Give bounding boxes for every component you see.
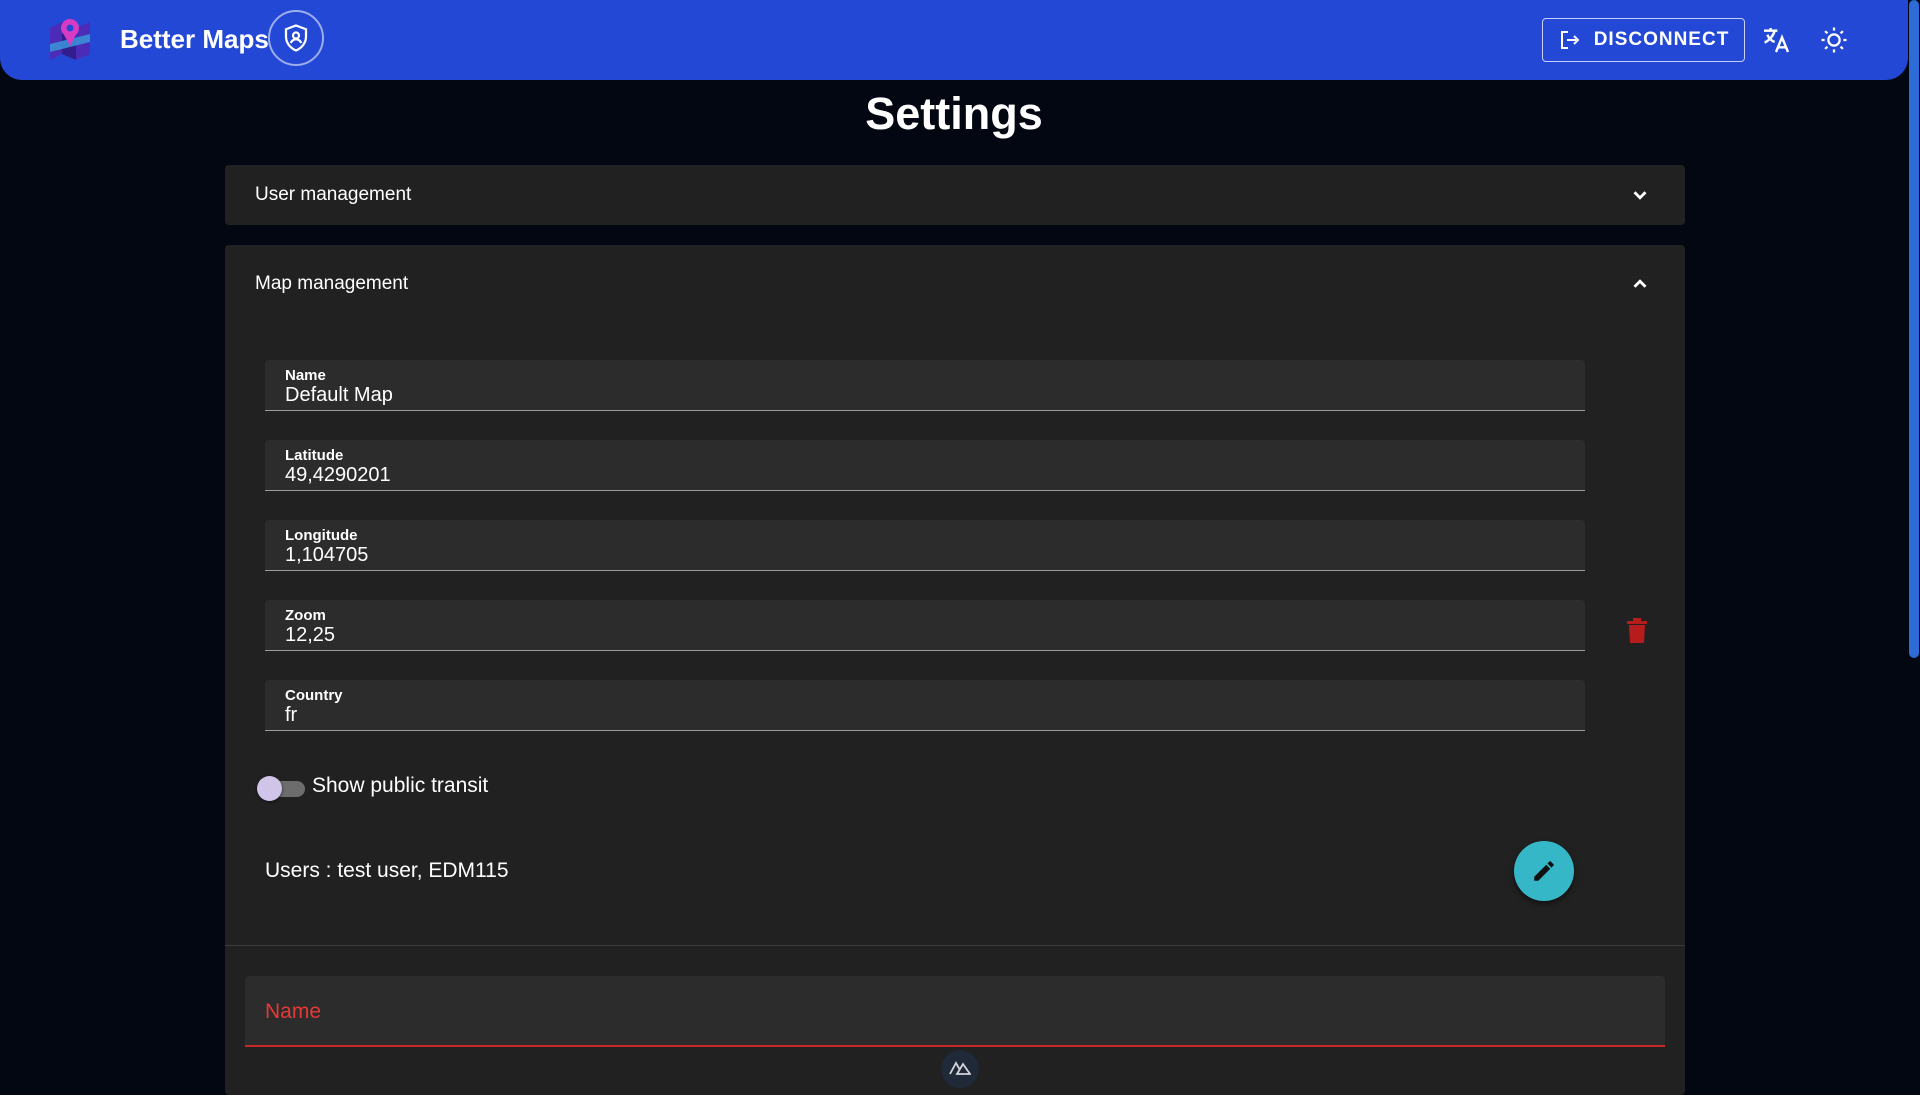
- toggle-thumb: [257, 776, 282, 801]
- pencil-icon: [1534, 861, 1554, 881]
- field-label: Longitude: [285, 527, 358, 544]
- translate-icon[interactable]: [1758, 22, 1794, 58]
- public-transit-toggle[interactable]: [257, 775, 305, 801]
- page-title: Settings: [865, 88, 1043, 139]
- field-label: Zoom: [285, 607, 326, 624]
- scrollbar-thumb[interactable]: [1909, 0, 1919, 658]
- trash-icon: [1627, 618, 1647, 643]
- map-management-panel: Map management Name Default Map Latitude…: [225, 245, 1685, 1095]
- latitude-field[interactable]: Latitude 49,4290201: [265, 440, 1585, 491]
- field-value[interactable]: 1,104705: [285, 544, 368, 567]
- delete-map-button[interactable]: [1620, 614, 1654, 648]
- field-value[interactable]: 12,25: [285, 624, 335, 647]
- map-management-title[interactable]: Map management: [255, 273, 408, 295]
- chevron-up-icon[interactable]: [1629, 273, 1651, 295]
- admin-shield-icon[interactable]: [268, 10, 324, 66]
- disconnect-label: DISCONNECT: [1593, 29, 1730, 50]
- country-field[interactable]: Country fr: [265, 680, 1585, 731]
- disconnect-button[interactable]: DISCONNECT: [1542, 18, 1745, 62]
- new-map-name-label: Name: [265, 1000, 322, 1023]
- edit-users-button[interactable]: [1514, 841, 1574, 901]
- user-management-panel[interactable]: User management: [225, 165, 1685, 225]
- field-value[interactable]: fr: [285, 704, 297, 727]
- field-label: Country: [285, 687, 343, 704]
- app-logo[interactable]: [46, 14, 94, 62]
- zoom-field[interactable]: Zoom 12,25: [265, 600, 1585, 651]
- map-name-field[interactable]: Name Default Map: [265, 360, 1585, 411]
- user-management-title: User management: [255, 184, 412, 205]
- app-name[interactable]: Better Maps: [120, 24, 269, 55]
- nuxt-icon: [949, 1061, 971, 1075]
- field-value[interactable]: Default Map: [285, 384, 393, 407]
- logout-icon: [1560, 31, 1580, 49]
- public-transit-label[interactable]: Show public transit: [312, 774, 488, 798]
- new-map-name-input[interactable]: Name: [245, 976, 1665, 1047]
- page-scrollbar[interactable]: [1908, 0, 1920, 1080]
- field-value[interactable]: 49,4290201: [285, 464, 391, 487]
- theme-toggle-icon[interactable]: [1816, 22, 1852, 58]
- field-label: Name: [285, 367, 326, 384]
- map-users-text: Users : test user, EDM115: [265, 859, 509, 882]
- app-header: Better Maps DISCONNECT: [0, 0, 1908, 80]
- longitude-field[interactable]: Longitude 1,104705: [265, 520, 1585, 571]
- chevron-down-icon: [1633, 191, 1647, 200]
- nuxt-devtools-button[interactable]: [941, 1050, 979, 1088]
- field-label: Latitude: [285, 447, 344, 464]
- section-divider: [225, 945, 1685, 946]
